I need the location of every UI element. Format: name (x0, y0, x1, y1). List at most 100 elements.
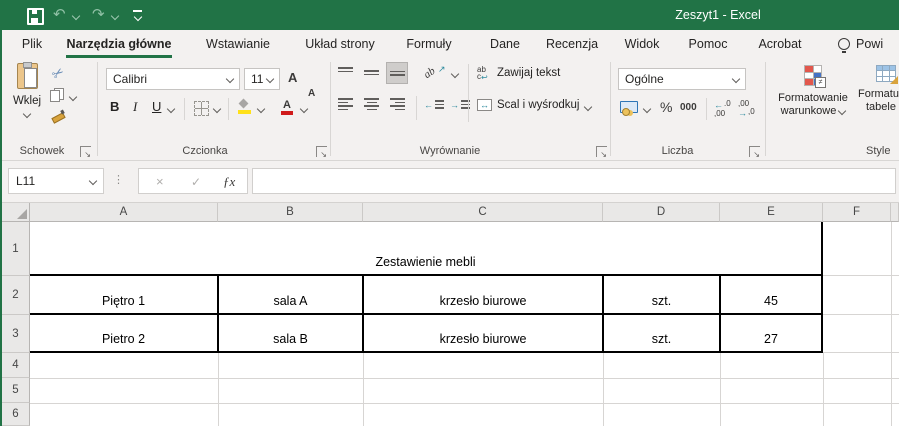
alignment-dialog-launcher[interactable] (596, 146, 607, 157)
cell-C3[interactable]: krzesło biurowe (364, 315, 602, 351)
tab-review[interactable]: Recenzja (539, 30, 605, 58)
redo-dropdown-icon[interactable] (112, 13, 118, 19)
cell-B2[interactable]: sala A (219, 276, 362, 313)
format-painter-icon[interactable] (51, 110, 64, 122)
row-header-5[interactable]: 5 (2, 378, 30, 403)
number-dialog-launcher[interactable] (749, 146, 760, 157)
accounting-format-dropdown-icon[interactable] (644, 106, 650, 112)
column-header-E[interactable]: E (720, 203, 823, 222)
cut-icon[interactable]: ✂ (49, 64, 67, 82)
clipboard-group-label: Schowek (8, 145, 76, 157)
row-header-1[interactable]: 1 (2, 222, 30, 276)
customize-quick-access-icon[interactable] (133, 10, 142, 20)
align-left-button[interactable] (338, 98, 353, 110)
tab-formulas[interactable]: Formuły (399, 30, 459, 58)
clipboard-dialog-launcher[interactable] (80, 146, 91, 157)
conditional-formatting-icon: ≠ (804, 65, 822, 86)
name-box-value: L11 (9, 174, 90, 188)
conditional-formatting-button[interactable]: ≠ Formatowanie warunkowe (770, 62, 856, 138)
tab-home[interactable]: Narzędzia główne (66, 30, 172, 58)
copy-dropdown-icon[interactable] (70, 94, 76, 100)
underline-button[interactable]: U (152, 99, 161, 114)
cell-A1-merged-title[interactable]: Zestawienie mebli (30, 222, 821, 274)
number-format-value: Ogólne (619, 72, 733, 86)
increase-indent-button[interactable]: → (450, 100, 470, 110)
redo-icon[interactable]: ↷ (92, 7, 105, 22)
column-header-B[interactable]: B (218, 203, 363, 222)
undo-dropdown-icon[interactable] (73, 13, 79, 19)
cell-E3[interactable]: 27 (721, 315, 821, 351)
cell-A3[interactable]: Pietro 2 (30, 315, 217, 351)
tab-view[interactable]: Widok (618, 30, 666, 58)
font-name-combo[interactable]: Calibri (106, 68, 240, 90)
decrease-decimal-button[interactable]: ,00 →,0 (738, 100, 755, 118)
select-all-corner[interactable] (2, 203, 30, 222)
align-right-button[interactable] (390, 98, 405, 110)
formula-input[interactable] (252, 168, 896, 194)
italic-button[interactable]: I (133, 99, 137, 115)
column-header-F[interactable]: F (823, 203, 891, 222)
copy-icon[interactable] (50, 88, 63, 101)
font-dialog-launcher[interactable] (316, 146, 327, 157)
format-as-table-icon (876, 65, 896, 82)
font-group-label: Czcionka (130, 145, 280, 157)
decrease-indent-button[interactable]: ← (424, 100, 444, 110)
cell-A2[interactable]: Piętro 1 (30, 276, 217, 313)
insert-function-icon[interactable]: ƒx (223, 169, 235, 195)
name-box[interactable]: L11 (8, 168, 104, 194)
cell-D3[interactable]: szt. (604, 315, 719, 351)
save-icon[interactable] (27, 8, 44, 25)
merge-center-button[interactable]: ↔ Scal i wyśrodkuj (477, 99, 579, 111)
row-header-4[interactable]: 4 (2, 353, 30, 378)
tab-help[interactable]: Pomoc (682, 30, 734, 58)
row-header-6[interactable]: 6 (2, 403, 30, 426)
number-format-combo[interactable]: Ogólne (618, 68, 746, 90)
formula-bar-splitter[interactable]: ⋮ (113, 174, 124, 186)
percent-style-button[interactable]: % (660, 99, 672, 115)
tab-page-layout[interactable]: Układ strony (299, 30, 381, 58)
column-header-C[interactable]: C (363, 203, 603, 222)
orientation-dropdown-icon[interactable] (452, 71, 458, 77)
wrap-text-button[interactable]: abc↩ Zawijaj tekst (477, 66, 560, 80)
align-top-button[interactable] (338, 67, 353, 72)
underline-dropdown-icon[interactable] (168, 106, 174, 112)
borders-icon[interactable] (194, 101, 209, 116)
align-bottom-button[interactable] (386, 62, 408, 84)
font-color-dropdown-icon[interactable] (301, 106, 307, 112)
column-header-D[interactable]: D (603, 203, 720, 222)
align-middle-button[interactable] (364, 70, 379, 75)
format-as-table-button[interactable]: Formatu tabele (858, 62, 899, 138)
fill-color-icon[interactable] (238, 100, 252, 114)
font-size-combo[interactable]: 11 (244, 68, 280, 90)
cell-E2[interactable]: 45 (721, 276, 821, 313)
tab-data[interactable]: Dane (484, 30, 526, 58)
cell-C2[interactable]: krzesło biurowe (364, 276, 602, 313)
column-header-G-partial[interactable] (891, 203, 899, 222)
cell-B3[interactable]: sala B (219, 315, 362, 351)
undo-icon[interactable]: ↶ (53, 7, 66, 22)
font-color-icon[interactable]: A (281, 100, 293, 115)
merge-center-dropdown-icon[interactable] (585, 104, 591, 110)
tab-tell-me[interactable]: Powi (856, 30, 899, 58)
increase-decimal-button[interactable]: ←.0 ,00 (714, 100, 731, 118)
tell-me-lightbulb-icon[interactable] (838, 38, 850, 50)
accounting-format-icon[interactable] (620, 101, 638, 113)
bold-button[interactable]: B (110, 99, 119, 114)
tab-file[interactable]: Plik (16, 30, 48, 58)
row-header-3[interactable]: 3 (2, 315, 30, 353)
enter-icon[interactable]: ✓ (191, 169, 201, 195)
cell-D2[interactable]: szt. (604, 276, 719, 313)
row-header-2[interactable]: 2 (2, 276, 30, 315)
paste-button[interactable]: Wklej (8, 63, 46, 143)
align-center-button[interactable] (364, 98, 379, 110)
fill-color-dropdown-icon[interactable] (258, 106, 264, 112)
number-format-dropdown-icon (732, 75, 740, 83)
tab-insert[interactable]: Wstawianie (200, 30, 276, 58)
comma-style-button[interactable]: 000 (680, 102, 697, 113)
column-header-A[interactable]: A (30, 203, 218, 222)
paste-clipboard-icon (17, 63, 38, 89)
name-box-dropdown-icon (89, 177, 97, 185)
tab-acrobat[interactable]: Acrobat (751, 30, 809, 58)
cancel-icon[interactable]: × (156, 169, 164, 195)
borders-dropdown-icon[interactable] (214, 106, 220, 112)
